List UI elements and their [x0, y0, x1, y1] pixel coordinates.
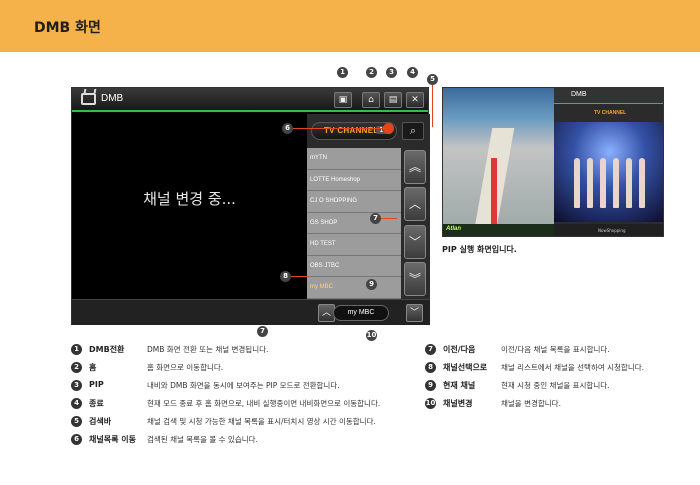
page-down-button[interactable]: ︾ [404, 262, 426, 296]
channel-item-selected[interactable]: my MBC [307, 277, 401, 299]
callout-8: 8 [280, 271, 291, 282]
tv-video [554, 122, 663, 222]
callout-6: 6 [282, 123, 293, 134]
header-bar: DMB 화면 [0, 0, 700, 52]
callout-7: 7 [370, 213, 381, 224]
channel-item[interactable]: HD TEST [307, 234, 401, 256]
page-title: DMB 화면 [34, 20, 101, 36]
callout-6-line [293, 128, 383, 129]
pip-channel-label: TV CHANNEL [594, 110, 627, 116]
channel-panel: TV CHANNEL 16 ⌕ mYTN LOTTE Homeshop CJ O… [307, 114, 430, 299]
dmb-switch-button[interactable]: ▣ [334, 92, 352, 108]
pip-tv-view: DMB TV CHANNEL NowShopping [554, 88, 663, 236]
pip-caption: PIP 실행 화면입니다. [442, 245, 517, 254]
bottom-bar: ︿ my MBC ﹀ [72, 299, 430, 325]
callout-3: 3 [386, 67, 397, 78]
callout-6-target [383, 123, 394, 134]
channel-item[interactable]: LOTTE Homeshop [307, 170, 401, 191]
callout-5-line [432, 85, 433, 127]
scroll-down-button[interactable]: ﹀ [404, 225, 426, 259]
channel-item[interactable]: GS SHOP [307, 213, 401, 234]
channel-changing-message: 채널 변경 중... [143, 190, 236, 208]
channel-item[interactable]: CJ O SHOPPING [307, 191, 401, 213]
channel-next-button[interactable]: ﹀ [406, 304, 423, 322]
pip-channel-name: NowShopping [598, 228, 626, 233]
pip-preview: Atlan DMB TV CHANNEL NowShopping [442, 87, 664, 237]
search-icon: ⌕ [409, 124, 417, 137]
pip-button[interactable]: ▤ [384, 92, 402, 108]
dmb-screen: DMB ▣ ⌂ ▤ ✕ 채널 변경 중... TV CHANNEL 16 ⌕ m… [71, 87, 430, 325]
page-up-button[interactable]: ︽ [404, 150, 426, 184]
search-button[interactable]: ⌕ [402, 122, 424, 140]
nav-brand: Atlan [446, 226, 461, 232]
scroll-up-button[interactable]: ︿ [404, 187, 426, 221]
callout-9: 9 [366, 279, 377, 290]
callout-5: 5 [427, 74, 438, 85]
channel-list: mYTN LOTTE Homeshop CJ O SHOPPING GS SHO… [307, 148, 401, 299]
callout-10: 10 [366, 330, 377, 341]
close-button[interactable]: ✕ [406, 92, 424, 108]
dmb-title-bar: DMB ▣ ⌂ ▤ ✕ [72, 88, 428, 112]
callout-4: 4 [407, 67, 418, 78]
video-viewport[interactable]: 채널 변경 중... [72, 114, 307, 299]
home-button[interactable]: ⌂ [362, 92, 380, 108]
callout-1: 1 [337, 67, 348, 78]
callout-8-line [291, 276, 308, 277]
current-channel: my MBC [333, 305, 389, 321]
tv-icon [81, 93, 96, 105]
callout-2: 2 [366, 67, 377, 78]
list-scroll-controls: ︽ ︿ ﹀ ︾ [402, 148, 428, 299]
channel-item[interactable]: OBS JTBC [307, 256, 401, 277]
app-name: DMB [101, 93, 124, 104]
callout-7-line [381, 218, 397, 219]
pip-app-name: DMB [571, 91, 587, 98]
navigation-map: Atlan [443, 88, 554, 236]
callout-7-bottom: 7 [257, 326, 268, 337]
channel-item[interactable]: mYTN [307, 148, 401, 170]
